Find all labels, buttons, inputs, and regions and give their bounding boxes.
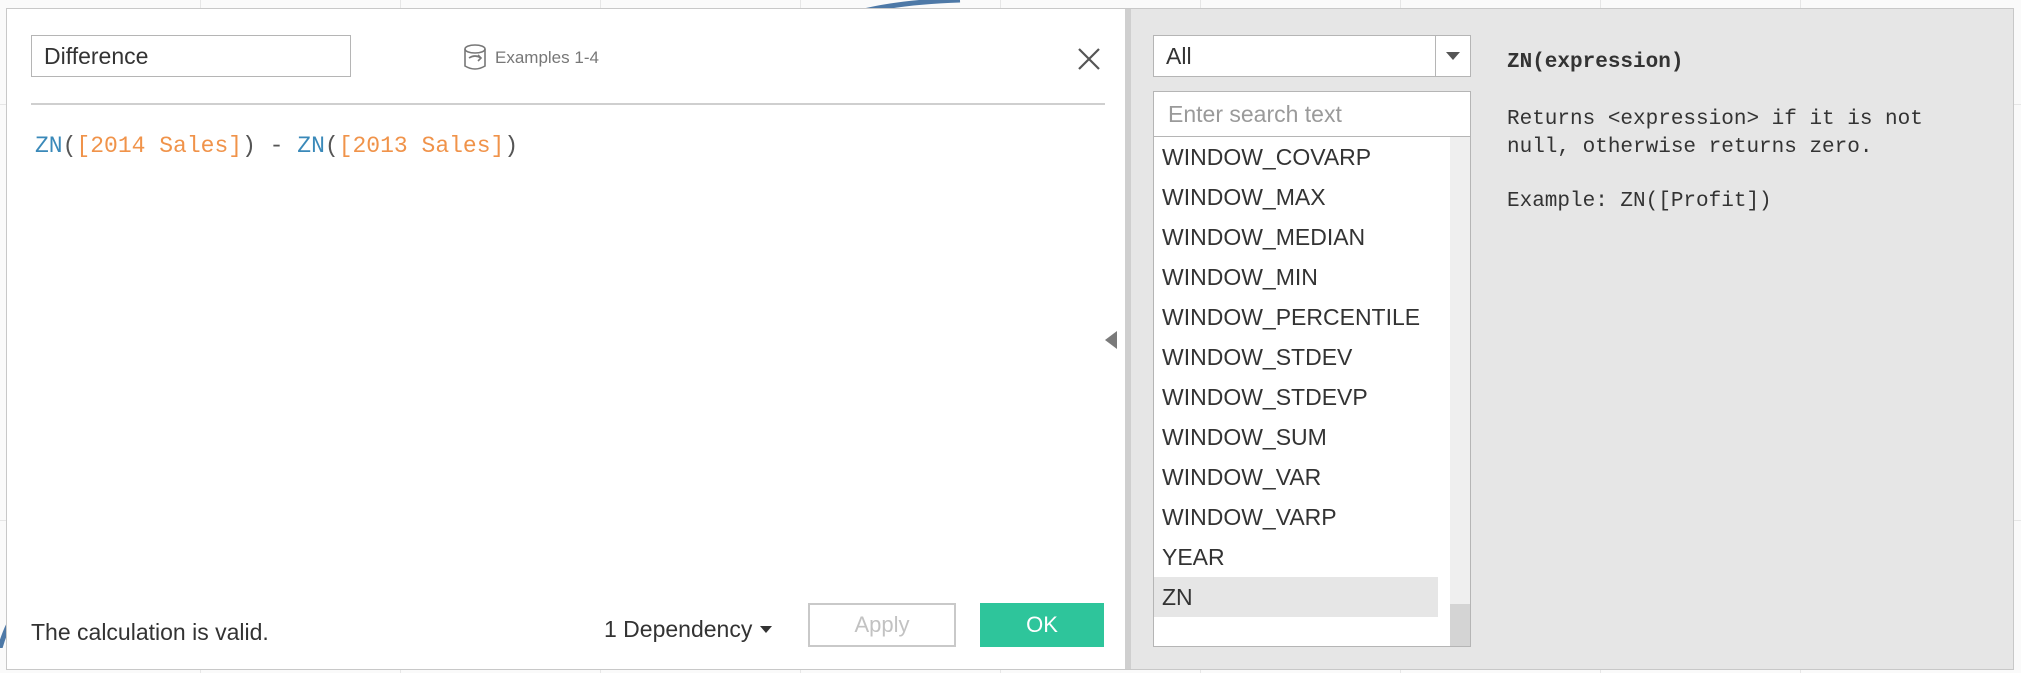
ok-button[interactable]: OK <box>980 603 1104 647</box>
function-list-scrollbar[interactable] <box>1450 137 1470 646</box>
function-list-item[interactable]: WINDOW_MAX <box>1154 177 1438 217</box>
calculation-name-input[interactable] <box>31 35 351 77</box>
collapse-left-icon[interactable] <box>1105 331 1117 349</box>
apply-button[interactable]: Apply <box>808 603 956 647</box>
function-help: ZN(expression) Returns <expression> if i… <box>1507 51 1937 213</box>
formula-token-fn: ZN <box>297 133 325 159</box>
function-list-item[interactable]: WINDOW_MEDIAN <box>1154 217 1438 257</box>
header-divider <box>31 103 1105 105</box>
function-category-value: All <box>1166 42 1192 69</box>
function-list-item[interactable]: WINDOW_STDEVP <box>1154 377 1438 417</box>
editor-pane: Examples 1-4 ZN([2014 Sales]) - ZN([2013… <box>7 9 1125 669</box>
formula-token-op: ) - <box>242 133 298 159</box>
function-search-input[interactable] <box>1153 91 1471 137</box>
examples-button[interactable]: Examples 1-4 <box>459 43 599 73</box>
formula-token-field: [2013 Sales] <box>338 133 505 159</box>
chevron-down-icon <box>760 626 773 633</box>
function-example: Example: ZN([Profit]) <box>1507 190 1772 213</box>
formula-token-op: ( <box>324 133 339 159</box>
function-description: Returns <expression> if it is not null, … <box>1507 108 1923 159</box>
function-list-item[interactable]: YEAR <box>1154 537 1438 577</box>
examples-icon <box>464 44 486 70</box>
close-icon[interactable] <box>1075 45 1103 73</box>
calculation-editor-dialog: Examples 1-4 ZN([2014 Sales]) - ZN([2013… <box>6 8 2014 670</box>
chevron-down-icon <box>1446 52 1460 60</box>
examples-label: Examples 1-4 <box>495 48 599 67</box>
function-list[interactable]: WINDOW_COVARP WINDOW_MAX WINDOW_MEDIAN WIND… <box>1153 137 1471 647</box>
function-list-item[interactable]: WINDOW_SUM <box>1154 417 1438 457</box>
dependency-label: 1 Dependency <box>604 616 753 642</box>
formula-token-op: ( <box>62 133 77 159</box>
function-list-item[interactable]: WINDOW_VAR <box>1154 457 1438 497</box>
function-list-items: WINDOW_COVARP WINDOW_MAX WINDOW_MEDIAN WIND… <box>1154 137 1470 617</box>
category-dropdown-toggle[interactable] <box>1435 36 1470 76</box>
function-list-item[interactable]: WINDOW_COVARP <box>1154 137 1438 177</box>
dependency-dropdown[interactable]: 1 Dependency <box>604 616 773 643</box>
scrollbar-thumb[interactable] <box>1450 604 1470 646</box>
function-signature: ZN(expression) <box>1507 51 1684 74</box>
function-list-item[interactable]: WINDOW_MIN <box>1154 257 1438 297</box>
validation-status: The calculation is valid. <box>31 619 269 645</box>
function-list-item[interactable]: WINDOW_VARP <box>1154 497 1438 537</box>
functions-pane: All WINDOW_COVARPWINDOW_MAXWINDOW_MEDIAN… <box>1125 9 2013 669</box>
formula-token-field: [2014 Sales] <box>76 133 243 159</box>
function-list-item[interactable]: WINDOW_PERCENTILE <box>1154 297 1438 337</box>
formula-editor[interactable]: ZN([2014 Sales]) - ZN([2013 Sales]) <box>35 133 518 159</box>
formula-token-op: ) <box>504 133 519 159</box>
function-category-select[interactable]: All <box>1153 35 1471 77</box>
function-list-item[interactable]: ZN <box>1154 577 1438 617</box>
formula-token-fn: ZN <box>35 133 63 159</box>
function-list-item[interactable]: WINDOW_STDEV <box>1154 337 1438 377</box>
